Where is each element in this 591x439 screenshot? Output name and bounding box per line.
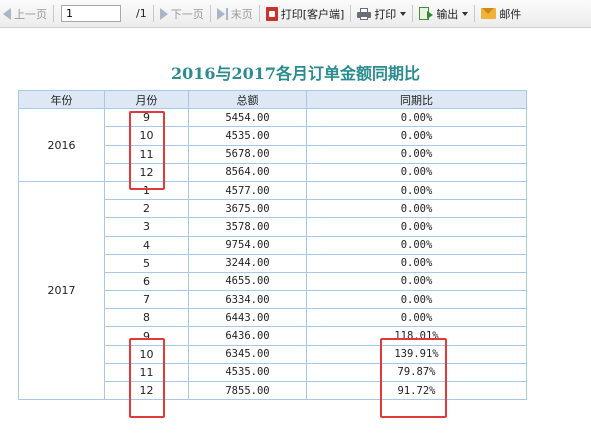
print-button[interactable]: 打印 — [354, 0, 409, 27]
total-cell: 9754.00 — [188, 235, 307, 255]
total-cell: 6334.00 — [188, 290, 307, 310]
print-client-button[interactable]: 打印[客户端] — [263, 0, 348, 27]
yoy-cell: 0.00% — [306, 199, 527, 219]
month-cell: 1 — [104, 180, 189, 201]
total-column-header: 总额 — [188, 89, 307, 110]
toolbar-divider — [152, 5, 154, 22]
yoy-cell: 0.00% — [306, 290, 527, 310]
chevron-down-icon — [400, 11, 407, 16]
yoy-cell: 0.00% — [306, 235, 527, 255]
total-cell: 5678.00 — [188, 144, 307, 164]
last-page-label: 末页 — [230, 7, 253, 21]
printer-icon — [357, 7, 372, 20]
month-cell: 9 — [104, 108, 189, 128]
report-toolbar: 上一页 /1 下一页 末页 打印[客户端] 打印 输出 邮件 — [0, 0, 591, 28]
total-cell: 6436.00 — [188, 326, 307, 346]
next-arrow-icon — [159, 7, 168, 20]
yoy-cell: 139.91% — [306, 344, 527, 364]
pdf-print-icon — [265, 6, 278, 21]
export-button[interactable]: 输出 — [416, 0, 471, 27]
total-cell: 6443.00 — [188, 308, 307, 328]
prev-page-label: 上一页 — [14, 7, 47, 21]
total-cell: 3675.00 — [188, 199, 307, 219]
previous-arrow-icon — [3, 7, 11, 20]
total-cell: 3578.00 — [188, 217, 307, 237]
total-cell: 7855.00 — [188, 380, 307, 401]
yoy-cell: 0.00% — [306, 162, 527, 182]
yoy-cell: 0.00% — [306, 308, 527, 328]
month-cell: 8 — [104, 308, 189, 328]
page-number-input[interactable] — [61, 5, 121, 22]
total-cell: 4655.00 — [188, 271, 307, 292]
total-cell: 8564.00 — [188, 162, 307, 182]
mail-button[interactable]: 邮件 — [478, 0, 524, 27]
yoy-cell: 91.72% — [306, 380, 527, 401]
print-client-label: 打印[客户端] — [280, 7, 345, 21]
total-cell: 4577.00 — [188, 180, 307, 201]
yoy-cell: 0.00% — [306, 217, 527, 237]
yoy-cell: 0.00% — [306, 253, 527, 273]
month-cell: 6 — [104, 271, 189, 292]
print-label: 打印 — [374, 7, 397, 21]
toolbar-divider — [209, 5, 211, 22]
report-title: 2016与2017各月订单金额同期比 — [170, 64, 421, 83]
prev-page-button[interactable]: 上一页 — [0, 0, 50, 27]
table-row: 2017 1 4577.00 0.00% — [18, 180, 527, 401]
month-cell: 10 — [104, 344, 189, 364]
yoy-cell: 0.00% — [306, 108, 527, 128]
report-body: 2016 9 5454.00 0.00% 10 4535.00 0.00% 11 5678.00… — [18, 108, 527, 401]
mail-icon — [481, 8, 497, 19]
export-icon — [419, 6, 434, 21]
total-cell: 6345.00 — [188, 344, 307, 364]
last-page-icon — [216, 7, 228, 20]
month-cell: 3 — [104, 217, 189, 237]
mail-label: 邮件 — [499, 7, 522, 21]
year-cell: 2016 — [18, 108, 105, 182]
report-table: 年份 月份 总额 同期比 2016 9 5454.00 0.00% 10 4535.00 0… — [18, 89, 527, 401]
toolbar-divider — [350, 5, 352, 22]
toolbar-divider — [258, 5, 260, 22]
total-cell: 5454.00 — [188, 108, 307, 128]
yoy-cell: 0.00% — [306, 271, 527, 292]
toolbar-divider — [412, 5, 414, 22]
page-count: /1 — [136, 7, 147, 20]
yoy-column-header: 同期比 — [306, 89, 527, 110]
chevron-down-icon — [462, 11, 469, 16]
table-header-row: 年份 月份 总额 同期比 — [18, 89, 527, 110]
total-cell: 4535.00 — [188, 126, 307, 146]
month-cell: 12 — [104, 162, 189, 182]
next-page-label: 下一页 — [170, 7, 204, 21]
month-cell: 2 — [104, 199, 189, 219]
month-cell: 9 — [104, 326, 189, 346]
total-cell: 3244.00 — [188, 253, 307, 273]
month-cell: 7 — [104, 290, 189, 310]
yoy-cell: 118.01% — [306, 326, 527, 346]
month-column-header: 月份 — [104, 89, 189, 110]
month-cell: 11 — [104, 144, 189, 164]
month-cell: 5 — [104, 253, 189, 273]
yoy-cell: 79.87% — [306, 362, 527, 383]
toolbar-divider — [53, 5, 54, 22]
next-page-button[interactable]: 下一页 — [157, 0, 207, 27]
total-cell: 4535.00 — [188, 362, 307, 383]
year-cell: 2017 — [18, 180, 105, 401]
yoy-cell: 0.00% — [306, 144, 527, 164]
month-cell: 4 — [104, 235, 189, 255]
export-label: 输出 — [436, 7, 459, 21]
last-page-button[interactable]: 末页 — [214, 0, 256, 27]
month-cell: 10 — [104, 126, 189, 146]
month-cell: 11 — [104, 362, 189, 383]
table-row: 2016 9 5454.00 0.00% — [18, 108, 527, 182]
yoy-cell: 0.00% — [306, 180, 527, 201]
toolbar-divider — [474, 5, 476, 22]
month-cell: 12 — [104, 380, 189, 401]
year-column-header: 年份 — [18, 89, 105, 110]
yoy-cell: 0.00% — [306, 126, 527, 146]
